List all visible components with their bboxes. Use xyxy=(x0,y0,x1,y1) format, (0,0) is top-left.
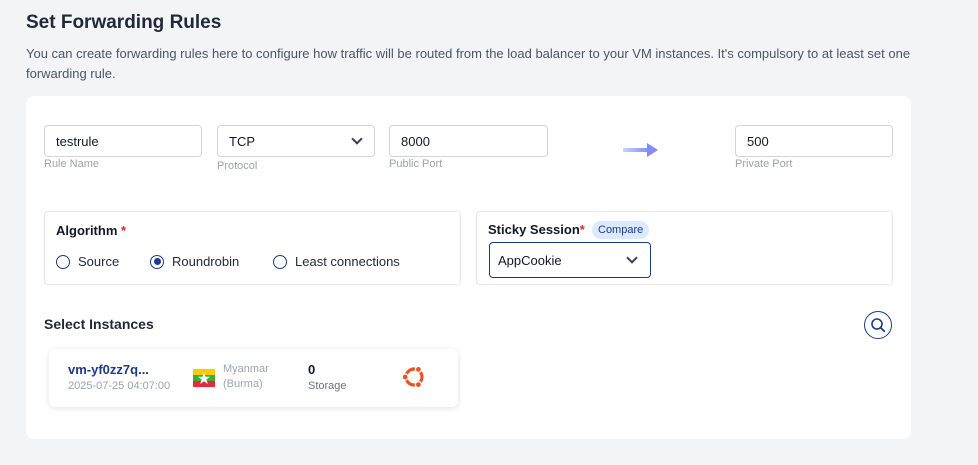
algorithm-box: Algorithm * Source Roundrobin Least conn… xyxy=(44,211,461,285)
sticky-session-value: AppCookie xyxy=(498,252,562,268)
search-button[interactable] xyxy=(864,311,892,339)
public-port-label: Public Port xyxy=(389,158,443,170)
rule-name-label: Rule Name xyxy=(44,158,100,170)
instance-card[interactable]: vm-yf0zz7q... 2025-07-25 04:07:00 Myanma… xyxy=(49,349,458,407)
chevron-down-icon xyxy=(351,133,363,145)
private-port-input[interactable] xyxy=(747,133,881,149)
region-line-1: Myanmar xyxy=(223,363,269,375)
ubuntu-icon xyxy=(401,365,424,389)
page-description: You can create forwarding rules here to … xyxy=(26,46,911,81)
protocol-label: Protocol xyxy=(217,160,258,172)
compare-badge[interactable]: Compare xyxy=(592,221,650,239)
search-icon xyxy=(871,318,886,333)
sticky-session-title: Sticky Session* xyxy=(488,222,585,237)
sticky-session-box: Sticky Session* Compare AppCookie xyxy=(476,211,893,285)
radio-roundrobin-label: Roundrobin xyxy=(172,254,240,269)
public-port-input[interactable] xyxy=(401,133,536,149)
algorithm-title: Algorithm * xyxy=(56,223,126,238)
protocol-value: TCP xyxy=(229,133,255,149)
radio-least-connections[interactable]: Least connections xyxy=(273,254,400,269)
protocol-select[interactable]: TCP xyxy=(217,125,375,157)
radio-source-label: Source xyxy=(78,254,120,269)
algorithm-title-text: Algorithm xyxy=(56,223,118,238)
sticky-session-title-text: Sticky Session xyxy=(488,222,580,237)
sticky-session-select[interactable]: AppCookie xyxy=(489,242,651,278)
required-mark: * xyxy=(579,222,585,237)
radio-checked-icon xyxy=(150,254,164,269)
arrow-right-icon xyxy=(623,143,658,157)
instance-region: Myanmar (Burma) xyxy=(223,362,269,392)
radio-circle-icon xyxy=(273,254,287,269)
radio-least-connections-label: Least connections xyxy=(295,254,400,269)
forwarding-rule-card: Rule Name TCP Protocol Public Port Priva… xyxy=(26,96,911,439)
public-port-field[interactable] xyxy=(389,125,548,157)
required-mark: * xyxy=(121,223,127,238)
select-instances-title: Select Instances xyxy=(44,316,154,332)
private-port-field[interactable] xyxy=(735,125,893,157)
instance-created-date: 2025-07-25 04:07:00 xyxy=(68,380,171,392)
instance-name: vm-yf0zz7q... xyxy=(68,362,149,377)
chevron-down-icon xyxy=(626,252,638,264)
myanmar-flag-icon xyxy=(193,369,215,387)
region-line-2: (Burma) xyxy=(223,378,263,390)
radio-circle-icon xyxy=(56,254,70,269)
radio-roundrobin[interactable]: Roundrobin xyxy=(150,254,239,269)
radio-source[interactable]: Source xyxy=(56,254,119,269)
storage-value: 0 xyxy=(308,362,316,377)
storage-label: Storage xyxy=(308,380,347,392)
private-port-label: Private Port xyxy=(735,158,793,170)
page-title: Set Forwarding Rules xyxy=(26,12,222,33)
rule-name-field[interactable] xyxy=(44,125,202,157)
rule-name-input[interactable] xyxy=(56,133,190,149)
